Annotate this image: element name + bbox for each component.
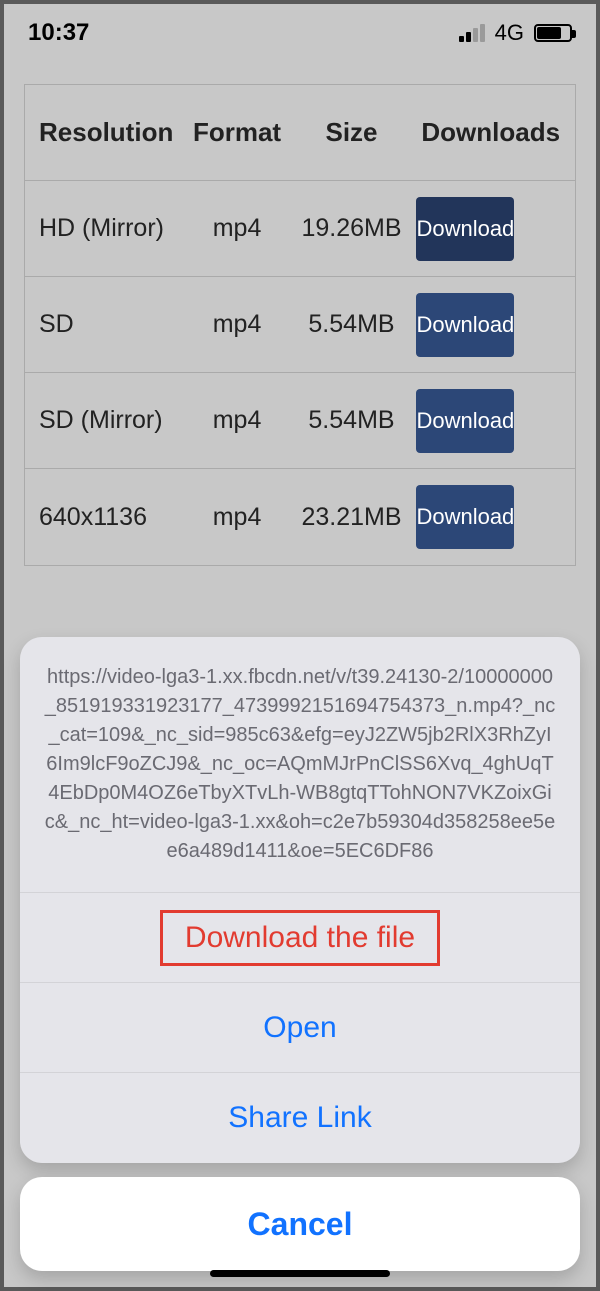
cell-resolution: 640x1136 xyxy=(31,503,186,532)
table-header-row: Resolution Format Size Downloads xyxy=(25,85,575,181)
cell-resolution: SD (Mirror) xyxy=(31,406,186,435)
table-row: HD (Mirror) mp4 19.26MB Download xyxy=(25,181,575,277)
cancel-action[interactable]: Cancel xyxy=(20,1177,580,1271)
sheet-url-title: https://video-lga3-1.xx.fbcdn.net/v/t39.… xyxy=(20,637,580,893)
cell-format: mp4 xyxy=(186,310,289,339)
share-link-label: Share Link xyxy=(228,1101,371,1135)
table-row: 640x1136 mp4 23.21MB Download xyxy=(25,469,575,565)
download-button[interactable]: Download xyxy=(416,389,514,453)
share-link-action[interactable]: Share Link xyxy=(20,1073,580,1163)
cell-format: mp4 xyxy=(186,406,289,435)
signal-icon xyxy=(459,24,485,42)
cell-size: 19.26MB xyxy=(289,214,415,243)
cell-resolution: SD xyxy=(31,310,186,339)
status-time: 10:37 xyxy=(28,19,89,47)
status-bar: 10:37 4G xyxy=(4,4,596,62)
table-row: SD (Mirror) mp4 5.54MB Download xyxy=(25,373,575,469)
download-button[interactable]: Download xyxy=(416,293,514,357)
cancel-label: Cancel xyxy=(248,1206,353,1243)
cell-format: mp4 xyxy=(186,214,289,243)
cell-size: 5.54MB xyxy=(289,406,415,435)
table-row: SD mp4 5.54MB Download xyxy=(25,277,575,373)
header-size: Size xyxy=(289,117,415,148)
header-resolution: Resolution xyxy=(31,117,186,148)
status-right: 4G xyxy=(459,20,572,46)
downloads-table: Resolution Format Size Downloads HD (Mir… xyxy=(24,84,576,566)
open-label: Open xyxy=(263,1011,336,1045)
download-button[interactable]: Download xyxy=(416,197,514,261)
cell-size: 23.21MB xyxy=(289,503,415,532)
open-action[interactable]: Open xyxy=(20,983,580,1073)
header-downloads: Downloads xyxy=(414,117,569,148)
cell-format: mp4 xyxy=(186,503,289,532)
download-button[interactable]: Download xyxy=(416,485,514,549)
home-indicator xyxy=(210,1270,390,1277)
action-sheet: https://video-lga3-1.xx.fbcdn.net/v/t39.… xyxy=(20,637,580,1271)
network-label: 4G xyxy=(495,20,524,46)
cell-size: 5.54MB xyxy=(289,310,415,339)
action-sheet-card: https://video-lga3-1.xx.fbcdn.net/v/t39.… xyxy=(20,637,580,1163)
download-file-action[interactable]: Download the file xyxy=(20,893,580,983)
battery-icon xyxy=(534,24,572,42)
cell-resolution: HD (Mirror) xyxy=(31,214,186,243)
header-format: Format xyxy=(186,117,289,148)
download-file-label: Download the file xyxy=(160,910,440,966)
